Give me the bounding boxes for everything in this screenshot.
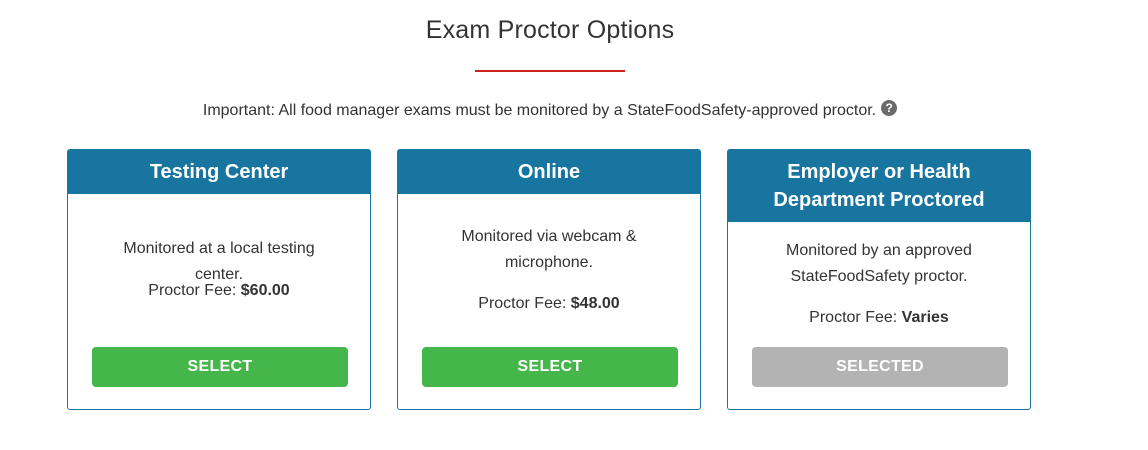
- select-button-online[interactable]: SELECT: [422, 347, 678, 387]
- selected-button-employer[interactable]: SELECTED: [752, 347, 1008, 387]
- fee-value: $48.00: [570, 295, 620, 312]
- card-title: Employer or Health Department Proctored: [773, 161, 985, 211]
- proctor-option-employer: Employer or Health Department Proctored …: [727, 149, 1031, 410]
- fee-label: Proctor Fee:: [478, 295, 567, 312]
- proctor-fee: Proctor Fee: $60.00: [68, 282, 370, 300]
- card-header: Testing Center: [68, 150, 370, 194]
- card-description: Monitored via webcam & microphone.: [461, 228, 637, 271]
- page-title: Exam Proctor Options: [425, 16, 675, 44]
- fee-value: Varies: [901, 309, 949, 326]
- fee-value: $60.00: [240, 282, 290, 299]
- proctor-fee: Proctor Fee: $48.00: [398, 295, 700, 313]
- card-description: Monitored at a local testing center.: [123, 240, 315, 283]
- proctor-option-testing-center: Testing Center Monitored at a local test…: [67, 149, 371, 410]
- notice-text: Important: All food manager exams must b…: [202, 102, 877, 119]
- card-title: Online: [517, 161, 581, 183]
- fee-label: Proctor Fee:: [148, 282, 237, 299]
- card-header: Employer or Health Department Proctored: [728, 150, 1030, 222]
- proctor-option-online: Online Monitored via webcam & microphone…: [397, 149, 701, 410]
- card-description: Monitored by an approved StateFoodSafety…: [786, 242, 972, 285]
- title-underline: [475, 70, 625, 72]
- select-button-testing-center[interactable]: SELECT: [92, 347, 348, 387]
- card-title: Testing Center: [149, 161, 289, 183]
- fee-label: Proctor Fee:: [809, 309, 898, 326]
- proctor-fee: Proctor Fee: Varies: [728, 309, 1030, 327]
- proctor-notice: Important: All food manager exams must b…: [0, 100, 1100, 120]
- card-header: Online: [398, 150, 700, 194]
- help-icon[interactable]: ?: [881, 100, 898, 116]
